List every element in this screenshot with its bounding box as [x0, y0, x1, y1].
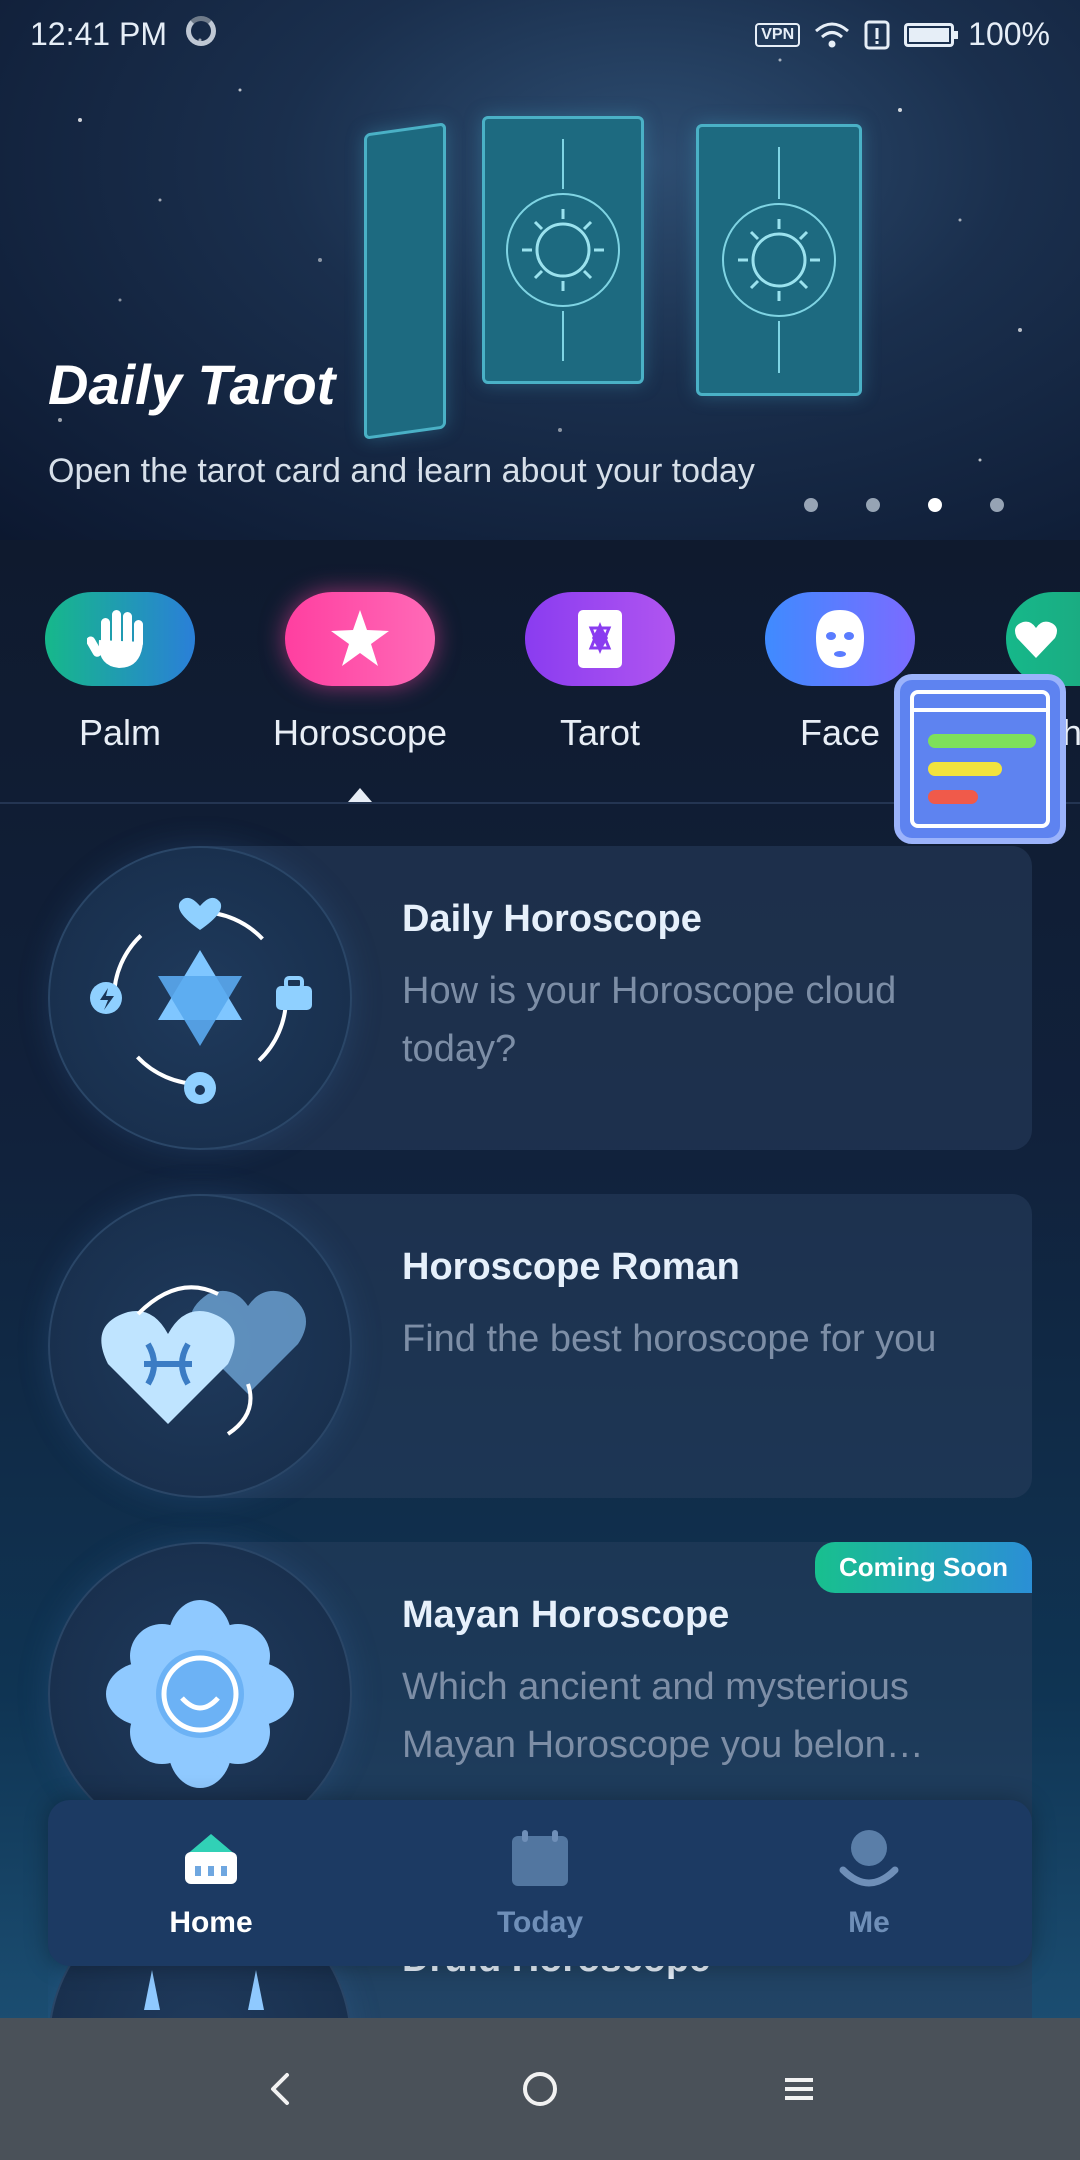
hearts-zodiac-icon [101, 1285, 306, 1436]
status-bar: 12:41 PM VPN 100% [0, 0, 1080, 70]
card-description: Which ancient and mysterious Mayan Horos… [402, 1666, 924, 1766]
face-icon [816, 610, 864, 668]
category-label: Palm [78, 712, 162, 753]
tarot-card-left [364, 122, 446, 440]
banner-subtitle: Open the tarot card and learn about your… [48, 452, 755, 490]
category-tarot[interactable]: Tarot [500, 592, 700, 754]
palm-icon [87, 610, 143, 668]
tarot-card-right [696, 124, 862, 396]
heart-icon [1015, 621, 1057, 658]
nav-me[interactable]: Me [769, 1826, 969, 1940]
menu-icon [785, 2078, 813, 2100]
bottom-navigation: Home Today Me [48, 1800, 1032, 1966]
category-palm[interactable]: Palm [20, 592, 220, 754]
circle-icon [523, 2072, 557, 2106]
card-icon-circle [48, 1194, 352, 1498]
tarot-card-icon [578, 610, 622, 668]
daily-tarot-banner[interactable]: Daily Tarot Open the tarot card and lear… [0, 0, 1080, 540]
selected-category-indicator [348, 788, 372, 802]
card-icon-circle [48, 846, 352, 1150]
coming-soon-badge: Coming Soon [815, 1542, 1032, 1593]
card-title: Mayan Horoscope [402, 1594, 730, 1636]
back-icon [271, 2073, 289, 2105]
home-system-button[interactable] [505, 2054, 575, 2124]
profile-icon [837, 1826, 901, 1890]
loading-icon [186, 16, 216, 46]
card-description: Find the best horoscope for you [402, 1318, 937, 1360]
carousel-dot[interactable] [866, 498, 880, 512]
nav-label: Home [169, 1906, 253, 1939]
nav-today[interactable]: Today [440, 1826, 640, 1940]
star-icon [331, 610, 389, 666]
alert-icon [864, 20, 890, 49]
category-label: Horoscope [272, 712, 448, 753]
home-icon [179, 1826, 243, 1890]
banner-title: Daily Tarot [48, 353, 336, 416]
card-title: Horoscope Roman [402, 1246, 740, 1288]
star-of-david-icon [90, 897, 312, 1104]
status-time: 12:41 PM [30, 16, 167, 52]
vpn-icon: VPN [755, 22, 801, 47]
menu-button[interactable] [764, 2054, 834, 2124]
carousel-dot-active[interactable] [928, 498, 942, 512]
battery-percent: 100% [968, 16, 1050, 52]
calendar-icon [508, 1826, 572, 1890]
nav-label: Today [496, 1906, 584, 1939]
nav-label: Me [848, 1906, 890, 1939]
tarot-card-center [482, 116, 644, 384]
card-horoscope-roman[interactable]: Horoscope Roman Find the best horoscope … [48, 1194, 1032, 1498]
carousel-dot[interactable] [804, 498, 818, 512]
wifi-icon [815, 22, 850, 47]
system-navigation-bar [0, 2018, 1080, 2160]
nav-home[interactable]: Home [111, 1826, 311, 1940]
card-title: Daily Horoscope [402, 898, 702, 940]
back-button[interactable] [246, 2054, 316, 2124]
sun-symbol-icon [722, 147, 836, 373]
card-daily-horoscope[interactable]: Daily Horoscope How is your Horoscope cl… [48, 846, 1032, 1150]
battery-icon [904, 22, 959, 47]
carousel-indicator [804, 498, 1004, 512]
floating-widget[interactable] [894, 674, 1066, 844]
sun-symbol-icon [506, 139, 620, 361]
category-label: Tarot [559, 712, 641, 753]
carousel-dot[interactable] [990, 498, 1004, 512]
card-description: How is your Horoscope cloud today? [402, 970, 897, 1070]
category-horoscope[interactable]: Horoscope [260, 592, 460, 754]
